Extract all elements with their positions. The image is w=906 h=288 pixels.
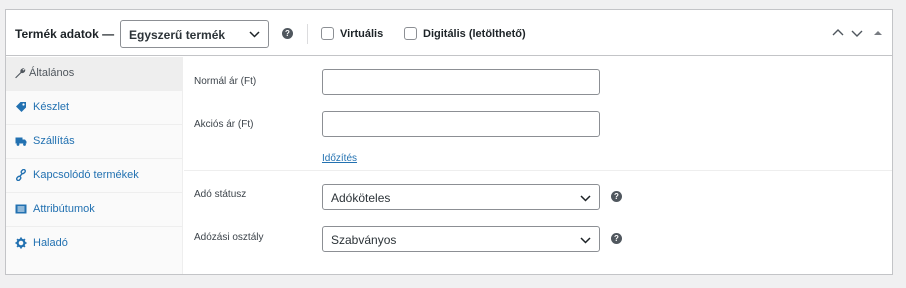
chevron-down-icon	[249, 31, 260, 38]
tax-class-select[interactable]: Szabványos	[322, 226, 600, 252]
sale-price-input[interactable]	[322, 111, 600, 137]
regular-price-input[interactable]	[322, 69, 600, 95]
tax-status-select[interactable]: Adóköteles	[322, 184, 600, 210]
wrench-icon	[15, 68, 26, 79]
tab-inventory[interactable]: Készlet	[6, 91, 183, 125]
list-icon	[15, 204, 27, 214]
tab-label: Attribútumok	[33, 203, 95, 215]
chevron-down-icon	[580, 195, 591, 202]
gear-icon	[15, 237, 27, 249]
link-icon	[15, 169, 26, 181]
panel-title: Termék adatok —	[15, 27, 115, 41]
tax-class-value: Szabványos	[331, 233, 397, 247]
chevron-down-icon	[580, 237, 591, 244]
truck-icon	[15, 137, 27, 146]
tab-attributes[interactable]: Attribútumok	[6, 193, 183, 227]
tab-label: Haladó	[33, 237, 68, 249]
tab-label: Kapcsolódó termékek	[33, 169, 139, 181]
downloadable-label: Digitális (letölthető)	[423, 28, 526, 40]
tab-label: Szállítás	[33, 135, 75, 147]
product-data-panel: Termék adatok — Egyszerű termék ? Virtuá…	[5, 9, 893, 275]
help-icon[interactable]: ?	[282, 28, 293, 39]
panel-header: Termék adatok — Egyszerű termék ? Virtuá…	[6, 10, 892, 56]
product-type-value: Egyszerű termék	[129, 28, 226, 42]
tab-shipping[interactable]: Szállítás	[6, 125, 183, 159]
tag-icon	[16, 102, 26, 112]
tax-status-help-icon[interactable]: ?	[611, 191, 622, 202]
virtual-label: Virtuális	[340, 28, 384, 40]
sale-price-label: Akciós ár (Ft)	[194, 119, 254, 130]
collapse-toggle-icon[interactable]	[874, 27, 882, 39]
tab-linked-products[interactable]: Kapcsolódó termékek	[6, 159, 183, 193]
product-type-select[interactable]: Egyszerű termék	[120, 20, 269, 48]
tab-advanced[interactable]: Haladó	[6, 227, 183, 261]
tab-label: Általános	[29, 67, 75, 79]
divider	[307, 24, 308, 44]
tab-label: Készlet	[33, 101, 70, 113]
tax-class-label: Adózási osztály	[194, 232, 264, 243]
move-up-icon[interactable]	[832, 27, 844, 39]
product-data-tabs: Általános Készlet Szállítás Kapcsolódó t…	[6, 57, 183, 274]
regular-price-label: Normál ár (Ft)	[194, 76, 257, 87]
section-divider	[184, 170, 892, 171]
downloadable-checkbox[interactable]	[404, 27, 417, 40]
tax-status-value: Adóköteles	[331, 191, 391, 205]
tax-class-help-icon[interactable]: ?	[611, 233, 622, 244]
tab-general[interactable]: Általános	[6, 57, 183, 91]
virtual-checkbox[interactable]	[321, 27, 334, 40]
schedule-link[interactable]: Időzítés	[322, 153, 357, 164]
tax-status-label: Adó státusz	[194, 189, 247, 200]
move-down-icon[interactable]	[851, 27, 863, 39]
